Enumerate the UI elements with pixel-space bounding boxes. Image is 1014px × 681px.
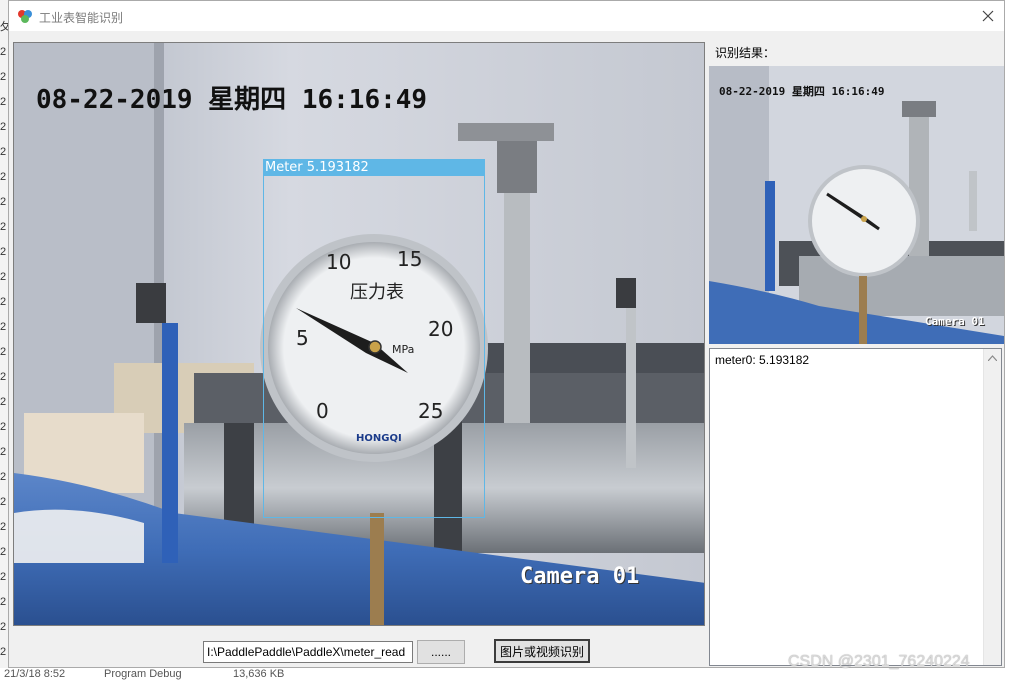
bg-fragment: 2 (0, 346, 7, 358)
bg-file-type: Program Debug (104, 668, 182, 680)
bg-fragment: 2 (0, 121, 7, 133)
bg-fragment: 2 (0, 521, 7, 533)
thumbnail-scene (709, 66, 1004, 344)
bg-fragment: 2 (0, 321, 7, 333)
bg-fragment: 2 (0, 471, 7, 483)
bg-fragment: 2 (0, 596, 7, 608)
result-title: 识别结果： (715, 46, 776, 60)
result-thumbnail: 08-22-2019 星期四 16:16:49 Camera 01 (709, 66, 1004, 344)
bg-fragment: 2 (0, 296, 7, 308)
bg-fragment: 2 (0, 271, 7, 283)
window-title: 工业表智能识别 (39, 11, 124, 25)
result-text: meter0: 5.193182 (715, 353, 810, 367)
bg-fragment: 2 (0, 96, 7, 108)
watermark: CSDN @2301_76240224 (788, 653, 970, 670)
background-window-strip: 攵 2 2 2 2 2 2 2 2 2 2 2 2 2 2 2 2 2 2 2 2 2 2 2 2 2 (0, 0, 8, 681)
detect-button[interactable]: 图片或视频识别 (494, 639, 590, 663)
thumbnail-camera-label: Camera 01 (925, 315, 985, 328)
bg-fragment: 2 (0, 71, 7, 83)
bg-fragment: 2 (0, 421, 7, 433)
bg-file-date: 21/3/18 8:52 (4, 668, 66, 680)
thumbnail-timestamp: 08-22-2019 星期四 16:16:49 (719, 85, 885, 98)
bg-fragment: 2 (0, 371, 7, 383)
bg-fragment: 2 (0, 221, 7, 233)
scroll-up-icon[interactable] (984, 349, 1001, 366)
browse-button[interactable]: ...... (417, 640, 465, 664)
bg-fragment: 2 (0, 571, 7, 583)
video-timestamp: 08-22-2019 星期四 16:16:49 (36, 85, 428, 115)
detection-label: Meter 5.193182 (263, 159, 485, 176)
bg-fragment: 攵 (0, 21, 8, 33)
bg-fragment: 2 (0, 246, 7, 258)
bg-fragment: 2 (0, 621, 7, 633)
bg-fragment: 2 (0, 396, 7, 408)
file-path-input[interactable] (203, 641, 413, 663)
close-icon[interactable] (976, 4, 1000, 28)
video-preview: 0 5 10 15 20 25 压力表 MPa HONGQI 08-22-201… (13, 42, 705, 626)
bg-fragment: 2 (0, 46, 7, 58)
bg-fragment: 2 (0, 496, 7, 508)
bg-fragment: 2 (0, 446, 7, 458)
bg-fragment: 2 (0, 546, 7, 558)
title-bar[interactable]: 工业表智能识别 (9, 1, 1004, 31)
bg-fragment: 2 (0, 146, 7, 158)
bg-fragment: 2 (0, 646, 7, 658)
camera-label: Camera 01 (520, 564, 640, 589)
result-textbox[interactable]: meter0: 5.193182 (709, 348, 1002, 666)
detection-box (263, 175, 485, 518)
app-window: 工业表智能识别 0 5 10 15 20 25 压力表 MPa HONGQI 0… (8, 0, 1005, 668)
bg-fragment: 2 (0, 196, 7, 208)
app-icon (17, 8, 33, 24)
bg-file-size: 13,636 KB (233, 668, 285, 680)
vertical-scrollbar[interactable] (983, 349, 1001, 665)
bg-fragment: 2 (0, 171, 7, 183)
